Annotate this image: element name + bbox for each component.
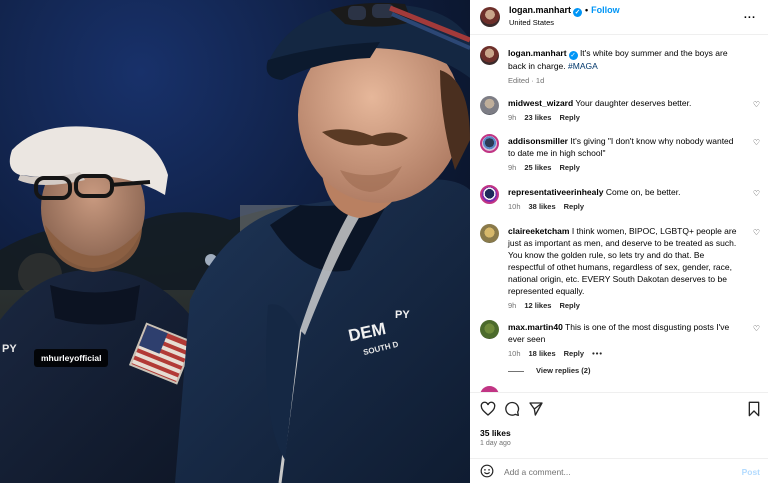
hashtag-link[interactable]: #MAGA bbox=[568, 61, 598, 71]
comment-body: addisonsmiller It's giving "I don't know… bbox=[508, 135, 740, 174]
reply-button[interactable]: Reply bbox=[559, 113, 579, 122]
header-user-line: logan.manhart ✓ • Follow bbox=[509, 5, 620, 17]
comment-body: claireeketcham I think women, BIPOC, LGB… bbox=[508, 225, 740, 312]
share-icon[interactable] bbox=[528, 401, 544, 417]
photo-scene: PY PY DEM SOUTH D bbox=[0, 0, 470, 483]
post-header: logan.manhart ✓ • Follow United States ... bbox=[470, 0, 768, 35]
caption-username[interactable]: logan.manhart bbox=[508, 48, 567, 58]
comment-username[interactable]: representativeerinhealy bbox=[508, 187, 603, 197]
avatar[interactable] bbox=[480, 7, 500, 27]
comment-likes[interactable]: 18 likes bbox=[529, 349, 556, 358]
heart-icon[interactable] bbox=[480, 401, 496, 417]
comment-text: Come on, be better. bbox=[605, 187, 681, 197]
comment-time: 9h bbox=[508, 163, 517, 172]
comment-time: 10h bbox=[508, 202, 521, 211]
bookmark-icon[interactable] bbox=[746, 401, 762, 417]
avatar[interactable] bbox=[480, 46, 499, 65]
comment-likes[interactable]: 12 likes bbox=[524, 301, 551, 310]
comment-username[interactable]: max.martin40 bbox=[508, 322, 563, 332]
comment-body: representativeerinhealy Come on, be bett… bbox=[508, 186, 740, 213]
caption-meta: Edited · 1d bbox=[508, 76, 545, 85]
comment-username[interactable]: midwest_wizard bbox=[508, 98, 573, 108]
comment-input[interactable]: Add a comment... bbox=[504, 467, 571, 477]
header-username[interactable]: logan.manhart bbox=[509, 5, 571, 15]
comment-time: 9h bbox=[508, 113, 517, 122]
comment-likes[interactable]: 25 likes bbox=[524, 163, 551, 172]
add-comment-bar: Add a comment... Post bbox=[470, 458, 768, 483]
comment-time: 9h bbox=[508, 301, 517, 310]
location-label[interactable]: United States bbox=[509, 18, 554, 27]
heart-icon[interactable]: ♡ bbox=[753, 189, 760, 198]
comment-likes[interactable]: 23 likes bbox=[524, 113, 551, 122]
reply-button[interactable]: Reply bbox=[564, 202, 584, 211]
photo-user-tag[interactable]: mhurleyofficial bbox=[34, 349, 109, 367]
jacket-text-right: PY bbox=[395, 309, 410, 321]
heart-icon[interactable]: ♡ bbox=[753, 138, 760, 147]
follow-button[interactable]: Follow bbox=[591, 5, 620, 15]
comment-options-icon[interactable]: ••• bbox=[592, 349, 603, 358]
avatar[interactable] bbox=[480, 96, 499, 115]
post-button[interactable]: Post bbox=[742, 467, 760, 477]
separator-dot: • bbox=[585, 5, 589, 15]
reply-button[interactable]: Reply bbox=[564, 349, 584, 358]
comment-likes[interactable]: 38 likes bbox=[529, 202, 556, 211]
comment-meta: 9h 25 likes Reply bbox=[508, 162, 740, 174]
emoji-icon[interactable] bbox=[480, 464, 494, 478]
verified-icon: ✓ bbox=[568, 51, 578, 60]
comment-body: midwest_wizard Your daughter deserves be… bbox=[508, 97, 740, 124]
comment-username[interactable]: addisonsmiller bbox=[508, 136, 568, 146]
avatar[interactable] bbox=[480, 320, 499, 339]
post-timestamp: 1 day ago bbox=[480, 440, 511, 447]
comment-username[interactable]: claireeketcham bbox=[508, 226, 569, 236]
caption-body: logan.manhart ✓ It's white boy summer and… bbox=[508, 47, 740, 87]
jacket-text-left: PY bbox=[2, 343, 17, 355]
likes-count[interactable]: 35 likes bbox=[480, 428, 511, 438]
heart-icon[interactable]: ♡ bbox=[753, 228, 760, 237]
comment-meta: 10h 38 likes Reply bbox=[508, 201, 740, 213]
post-photo: PY PY DEM SOUTH D mhurleyofficial bbox=[0, 0, 470, 483]
comment-text: I think women, BIPOC, LGBTQ+ people are … bbox=[508, 226, 737, 296]
verified-icon: ✓ bbox=[573, 8, 583, 17]
reply-button[interactable]: Reply bbox=[559, 163, 579, 172]
heart-icon[interactable]: ♡ bbox=[753, 100, 760, 109]
more-icon[interactable]: ... bbox=[744, 9, 756, 21]
post-side-panel: logan.manhart ✓ • Follow United States ... … bbox=[470, 0, 768, 483]
comment-icon[interactable] bbox=[504, 401, 520, 417]
heart-icon[interactable]: ♡ bbox=[753, 324, 760, 333]
comment-meta: 9h 23 likes Reply bbox=[508, 112, 740, 124]
comment-meta: 9h 12 likes Reply bbox=[508, 300, 740, 312]
reply-button[interactable]: Reply bbox=[559, 301, 579, 310]
comment-text: Your daughter deserves better. bbox=[575, 98, 692, 108]
avatar[interactable] bbox=[480, 134, 499, 153]
comments-list[interactable]: logan.manhart ✓ It's white boy summer and… bbox=[470, 36, 768, 392]
view-replies-button[interactable]: View replies (2) bbox=[508, 366, 590, 375]
avatar[interactable] bbox=[480, 224, 499, 243]
comment-time: 10h bbox=[508, 349, 521, 358]
comment-meta: 10h 18 likes Reply ••• bbox=[508, 348, 740, 360]
comment-body: max.martin40 This is one of the most dis… bbox=[508, 321, 740, 360]
post-actions: 35 likes 1 day ago bbox=[470, 392, 768, 454]
avatar[interactable] bbox=[480, 185, 499, 204]
